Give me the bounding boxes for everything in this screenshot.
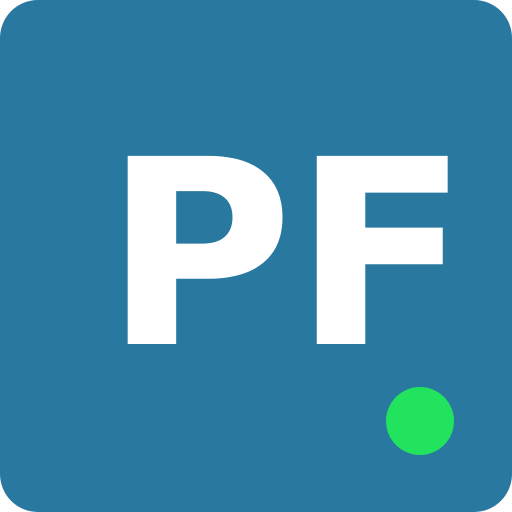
app-icon-tile: PF [0,0,512,512]
app-monogram: PF [104,105,470,405]
online-status-dot [386,387,454,455]
